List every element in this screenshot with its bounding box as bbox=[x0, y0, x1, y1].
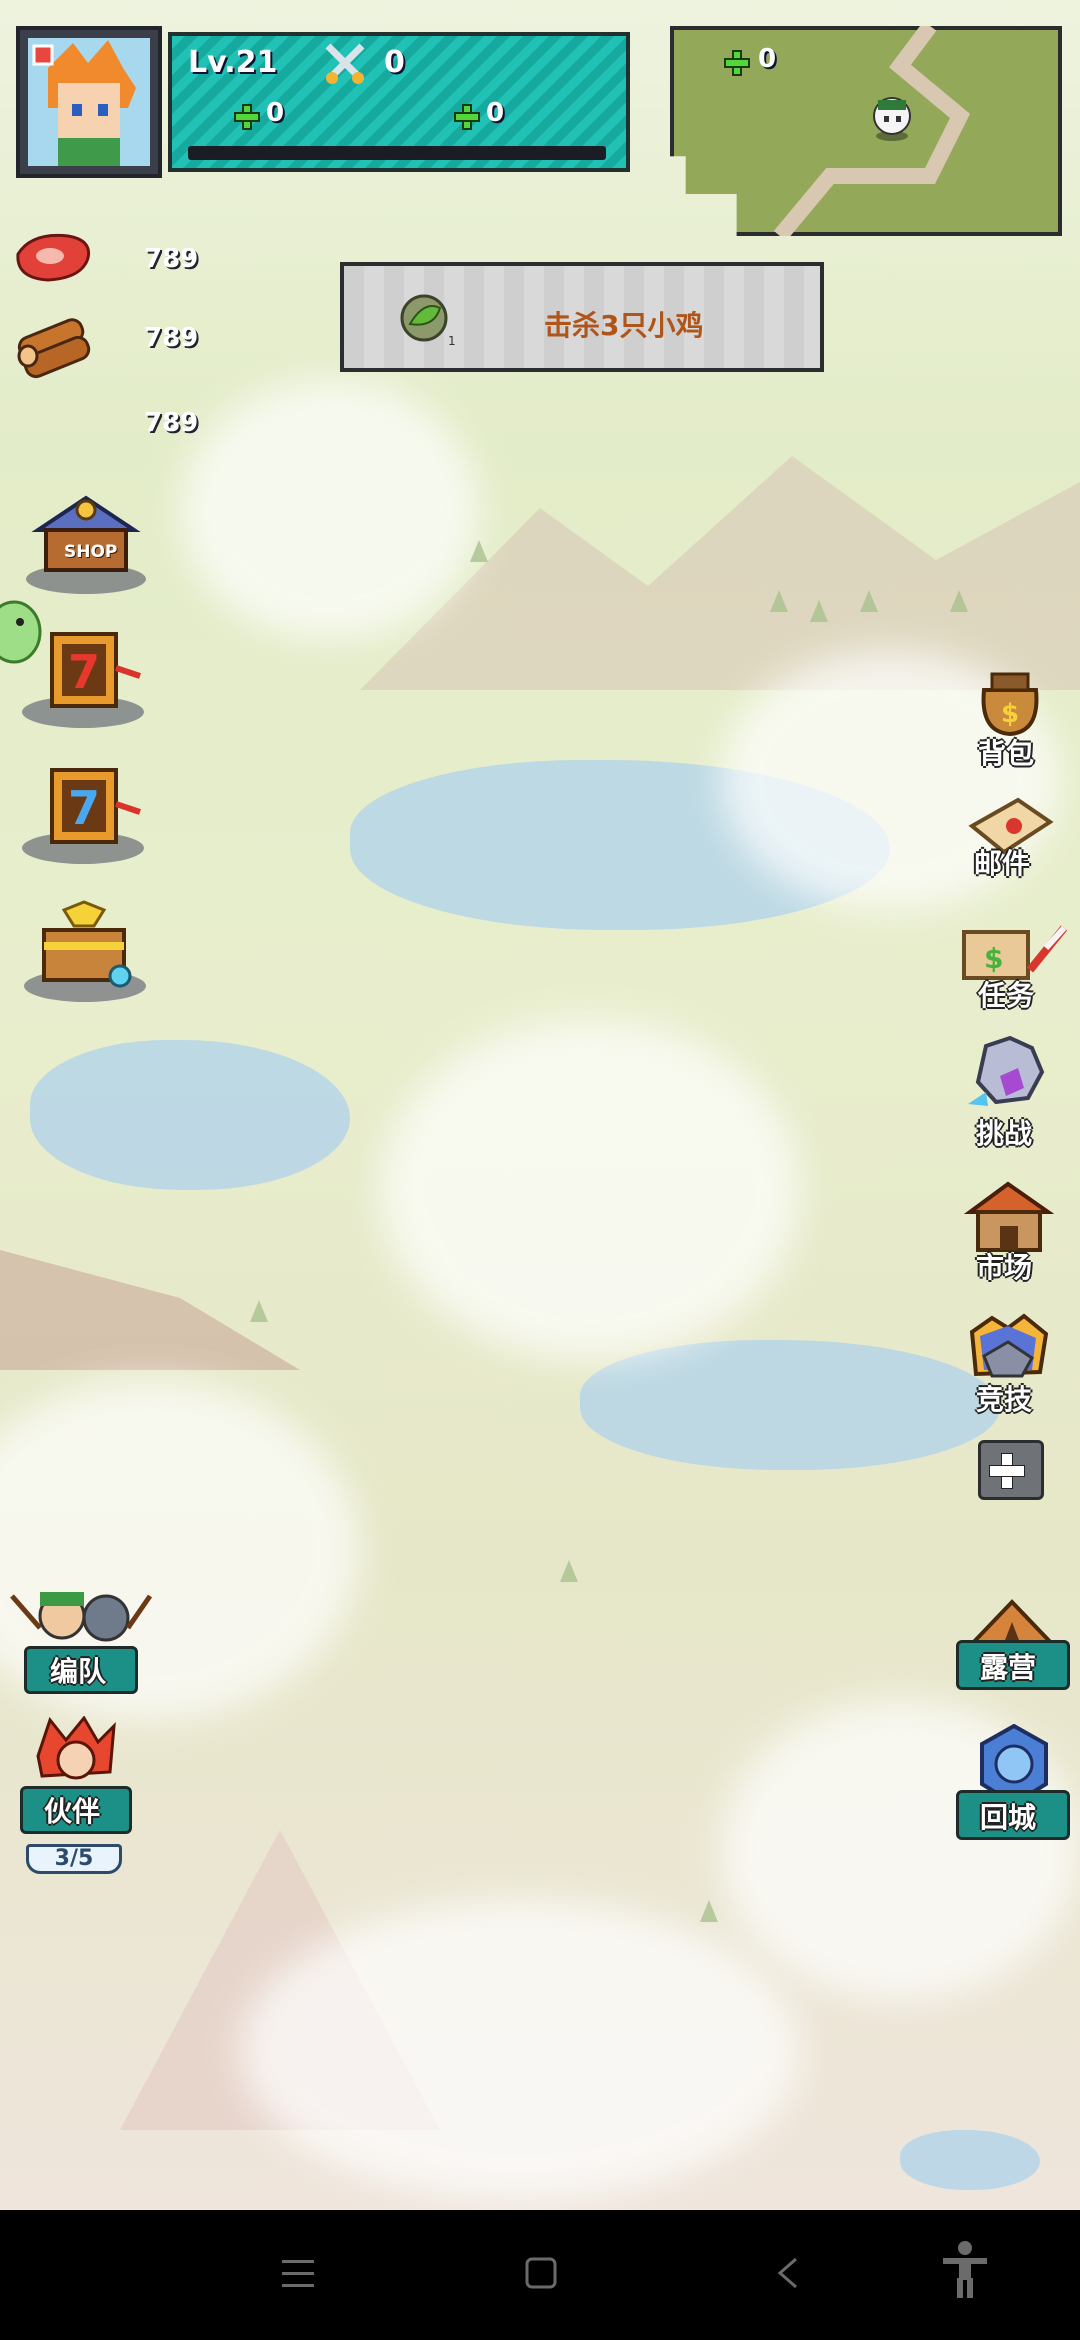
svg-text:7: 7 bbox=[68, 781, 100, 835]
slot-machine-red-button[interactable]: 7 bbox=[22, 628, 148, 732]
mail-label: 邮件 bbox=[974, 847, 1031, 880]
tree bbox=[250, 1300, 268, 1322]
tree bbox=[560, 1560, 578, 1582]
camp-button[interactable]: 露营 bbox=[954, 1588, 1070, 1700]
challenge-label: 挑战 bbox=[976, 1117, 1033, 1150]
player-power-value: 0 bbox=[384, 45, 405, 80]
expand-menu-button[interactable] bbox=[978, 1440, 1044, 1500]
bag-label: 背包 bbox=[978, 737, 1035, 770]
player-avatar[interactable] bbox=[16, 26, 162, 178]
minimap-add-icon[interactable] bbox=[724, 50, 750, 76]
shop-button[interactable]: SHOP bbox=[22, 490, 150, 600]
tree bbox=[770, 590, 788, 612]
player-level: Lv.21 bbox=[188, 45, 278, 80]
svg-text:7: 7 bbox=[68, 645, 100, 699]
wood-count: 789 bbox=[144, 323, 199, 353]
meat-count: 789 bbox=[144, 244, 199, 274]
quest-label: 任务 bbox=[978, 979, 1035, 1012]
menu-icon[interactable] bbox=[280, 2250, 316, 2301]
accessibility-icon[interactable] bbox=[940, 2240, 990, 2311]
tree bbox=[700, 1900, 718, 1922]
formation-label: 编队 bbox=[50, 1655, 107, 1688]
quest-button[interactable]: $ 任务 bbox=[960, 920, 1070, 1032]
meat-icon bbox=[12, 228, 96, 288]
bag-button[interactable]: $ 背包 bbox=[960, 660, 1060, 772]
add-stat-a-icon[interactable] bbox=[234, 104, 260, 130]
plus-icon-bar bbox=[989, 1465, 1025, 1477]
camp-label: 露营 bbox=[980, 1651, 1037, 1684]
stat-b-value: 0 bbox=[486, 98, 505, 128]
partner-count: 3/5 bbox=[54, 1846, 94, 1871]
market-label: 市场 bbox=[976, 1251, 1033, 1284]
stone-count: 789 bbox=[144, 408, 199, 438]
svg-text:$: $ bbox=[984, 942, 1003, 975]
mail-button[interactable]: 邮件 bbox=[960, 796, 1060, 902]
cloud bbox=[180, 380, 480, 640]
return-city-button[interactable]: 回城 bbox=[954, 1724, 1070, 1848]
partner-button[interactable]: 伙伴 3/5 bbox=[14, 1716, 134, 1880]
home-icon[interactable] bbox=[524, 2250, 558, 2301]
tree bbox=[810, 600, 828, 622]
player-marker-icon bbox=[870, 94, 914, 142]
system-nav-bar bbox=[0, 2210, 1080, 2340]
partner-label: 伙伴 bbox=[44, 1795, 101, 1828]
arena-button[interactable]: 竞技 bbox=[958, 1312, 1058, 1424]
minimap-value: 0 bbox=[758, 44, 777, 74]
quest-tracker[interactable]: 1 击杀3只小鸡 bbox=[340, 262, 824, 372]
return-city-label: 回城 bbox=[980, 1801, 1037, 1834]
experience-bar bbox=[188, 146, 606, 160]
slot-machine-blue-button[interactable]: 7 bbox=[22, 764, 148, 868]
stat-a-value: 0 bbox=[266, 98, 285, 128]
cloud bbox=[380, 1020, 800, 1360]
lake-right bbox=[580, 1340, 1000, 1470]
arena-label: 竞技 bbox=[976, 1383, 1033, 1416]
cloud bbox=[240, 1900, 800, 2200]
avatar-portrait bbox=[28, 38, 150, 166]
add-stat-b-icon[interactable] bbox=[454, 104, 480, 130]
minimap[interactable]: 0 bbox=[670, 26, 1062, 236]
wood-icon bbox=[12, 302, 96, 382]
quest-badge: 1 bbox=[448, 334, 456, 348]
crossed-swords-icon bbox=[322, 42, 368, 86]
back-icon[interactable] bbox=[776, 2250, 800, 2301]
partner-count-badge: 3/5 bbox=[26, 1844, 122, 1874]
treasure-chest-button[interactable] bbox=[24, 900, 150, 1006]
quest-text: 击杀3只小鸡 bbox=[544, 309, 704, 342]
lake-left bbox=[30, 1040, 350, 1190]
tree bbox=[860, 590, 878, 612]
quest-leaf-icon bbox=[398, 294, 452, 344]
tree bbox=[470, 540, 488, 562]
svg-text:$: $ bbox=[1001, 699, 1019, 729]
challenge-button[interactable]: 挑战 bbox=[958, 1036, 1058, 1150]
shop-label: SHOP bbox=[64, 542, 118, 562]
tree bbox=[950, 590, 968, 612]
formation-button[interactable]: 编队 bbox=[6, 1588, 156, 1700]
market-button[interactable]: 市场 bbox=[958, 1178, 1058, 1290]
lake-small bbox=[900, 2130, 1040, 2190]
